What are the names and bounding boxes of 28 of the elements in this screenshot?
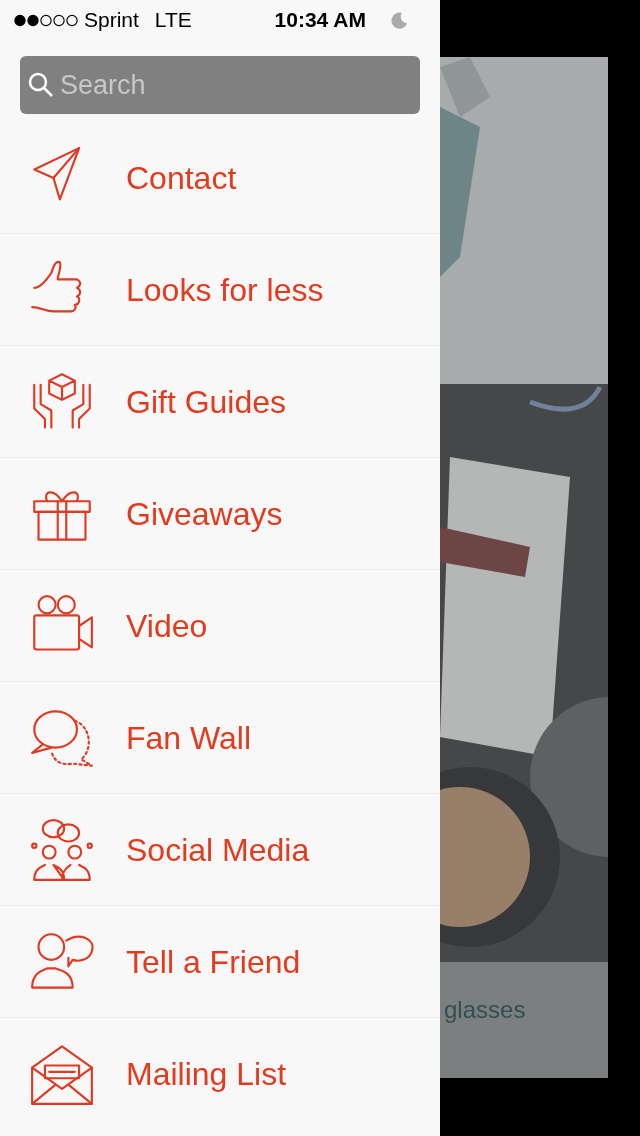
menu-item[interactable]: Fan Wall xyxy=(30,705,440,770)
signal-strength-icon xyxy=(12,13,80,27)
search-icon xyxy=(28,72,54,98)
clock: 10:34 AM xyxy=(274,7,366,34)
menu-label: Contact xyxy=(126,158,237,198)
menu-item[interactable]: Tell a Friend xyxy=(30,929,440,994)
menu-item[interactable]: Gift Guides xyxy=(30,369,440,434)
search-field[interactable]: Search xyxy=(20,56,420,114)
network-type: LTE xyxy=(154,7,192,34)
menu-label: Mailing List xyxy=(126,1055,287,1094)
menu-item[interactable]: Mailing List xyxy=(30,1042,440,1106)
menu-label: Video xyxy=(126,606,208,646)
menu-label: Social Media xyxy=(126,830,310,870)
menu-item[interactable]: Contact xyxy=(30,145,440,210)
caption: glasses xyxy=(444,996,526,1023)
menu-label: Fan Wall xyxy=(126,718,252,758)
open-envelope-icon xyxy=(30,1042,94,1106)
menu-item[interactable]: Giveaways xyxy=(30,481,440,546)
menu-label: Giveaways xyxy=(126,494,283,534)
menu-item[interactable]: Looks for less xyxy=(30,257,440,322)
people-talking-icon xyxy=(30,817,94,882)
menu-item[interactable]: Social Media xyxy=(30,817,440,882)
menu-label: Tell a Friend xyxy=(126,942,301,982)
menu-item[interactable]: Video xyxy=(30,593,440,658)
menu-label: Looks for less xyxy=(126,270,324,310)
menu-label: Gift Guides xyxy=(126,382,287,422)
carrier-name: Sprint xyxy=(84,7,139,34)
moon-icon xyxy=(390,11,408,29)
